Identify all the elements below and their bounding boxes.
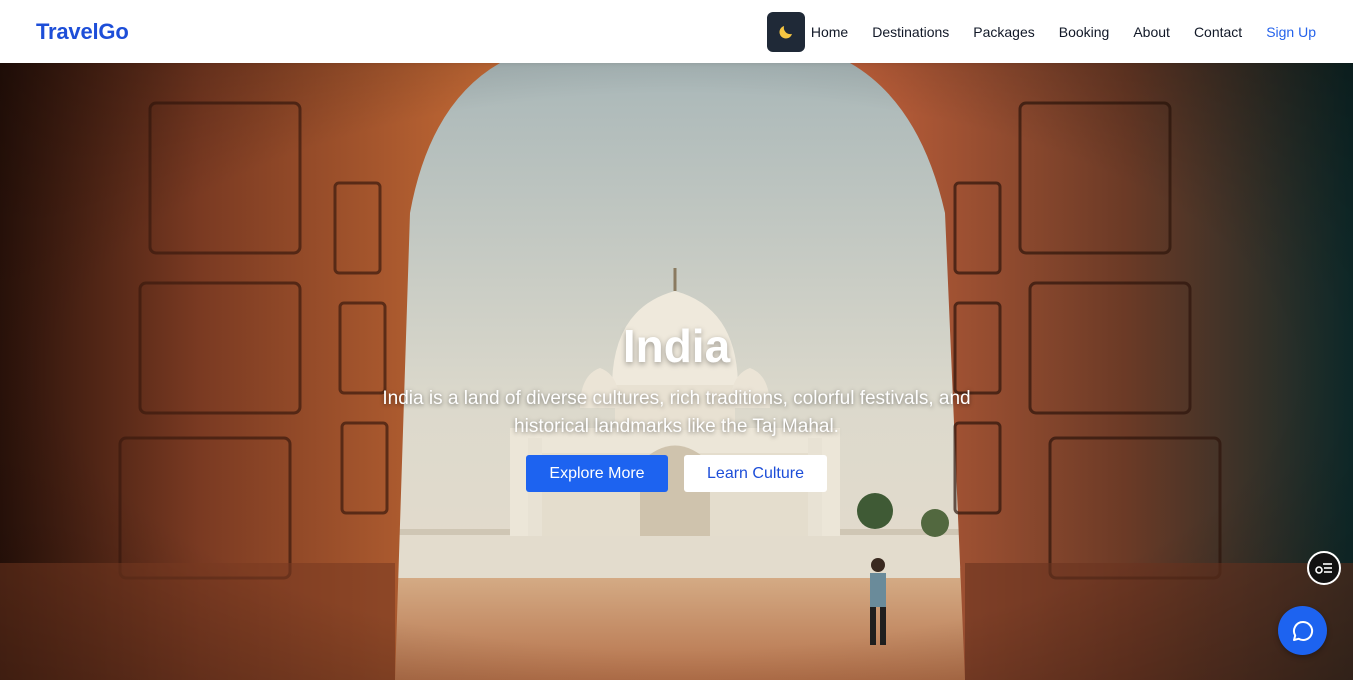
nav-link-home[interactable]: Home (811, 24, 848, 40)
theme-toggle-button[interactable] (766, 11, 805, 52)
settings-list-icon (1315, 563, 1332, 574)
hero-description: India is a land of diverse cultures, ric… (382, 388, 971, 437)
hero-section: India India is a land of diverse culture… (0, 63, 1353, 680)
nav-link-about[interactable]: About (1133, 24, 1170, 40)
floating-menu-button[interactable] (1307, 551, 1341, 585)
explore-more-button[interactable]: Explore More (526, 455, 668, 492)
hero-title: India (622, 320, 731, 372)
moon-icon (779, 25, 792, 39)
chat-button[interactable] (1278, 606, 1327, 655)
nav-menu: Home Destinations Packages Booking About… (766, 11, 1316, 52)
hero-content: India India is a land of diverse culture… (0, 63, 1353, 680)
nav-link-contact[interactable]: Contact (1194, 24, 1242, 40)
nav-link-packages[interactable]: Packages (973, 24, 1034, 40)
navbar: TravelGo Home Destinations Packages Book… (0, 0, 1353, 63)
brand-logo[interactable]: TravelGo (36, 19, 129, 45)
hero-buttons: Explore More Learn Culture (526, 455, 827, 492)
nav-link-booking[interactable]: Booking (1059, 24, 1110, 40)
nav-link-destinations[interactable]: Destinations (872, 24, 949, 40)
learn-culture-button[interactable]: Learn Culture (684, 455, 827, 492)
signup-link[interactable]: Sign Up (1266, 24, 1316, 40)
chat-bubble-icon (1292, 620, 1313, 641)
